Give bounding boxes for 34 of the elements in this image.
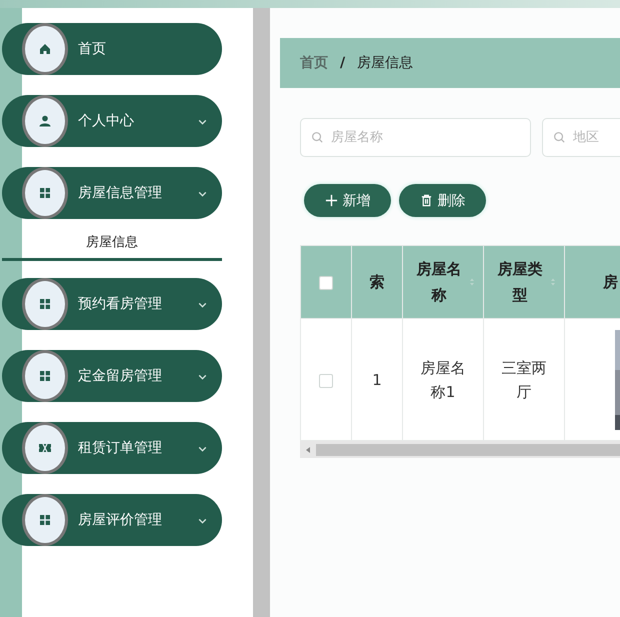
search-field[interactable]: 地区 <box>542 118 620 157</box>
ticket-icon <box>38 441 52 455</box>
menu-item[interactable]: 租赁订单管理 <box>2 422 222 474</box>
table-cell-text: 房屋名称1 <box>420 358 466 402</box>
checkbox[interactable] <box>319 276 333 290</box>
column-header[interactable]: 索 <box>370 269 384 295</box>
search-icon <box>553 131 566 144</box>
trash-icon <box>420 194 432 207</box>
table-cell-text: 三室两厅 <box>500 358 548 402</box>
menu-item[interactable]: 房屋评价管理 <box>2 494 222 546</box>
person-icon <box>38 114 52 128</box>
breadcrumb-item: 房屋信息 <box>357 54 414 72</box>
scroll-left-icon <box>305 446 311 454</box>
menu-item[interactable]: 预约看房管理 <box>2 278 222 330</box>
horizontal-scrollbar[interactable] <box>300 441 620 458</box>
plus-icon <box>324 194 338 207</box>
add-button[interactable]: 新增 <box>304 184 391 217</box>
menu-item[interactable]: 定金留房管理 <box>2 350 222 402</box>
search-icon <box>311 131 324 144</box>
breadcrumb-separator: / <box>340 55 346 71</box>
submenu-item[interactable]: 房屋信息 <box>2 228 222 261</box>
table-cell-text: 1 <box>371 370 383 390</box>
delete-button[interactable]: 删除 <box>399 184 486 217</box>
menu-item[interactable]: 个人中心 <box>2 95 222 147</box>
home-icon <box>38 42 52 56</box>
grid-icon <box>38 513 52 527</box>
grid-icon <box>38 369 52 383</box>
grid-icon <box>38 186 52 200</box>
grid-icon <box>38 297 52 311</box>
column-header[interactable]: 房 <box>603 269 618 295</box>
menu-item[interactable]: 首页 <box>2 23 222 75</box>
checkbox[interactable] <box>319 374 333 388</box>
search-field[interactable]: 房屋名称 <box>300 118 531 157</box>
menu-item[interactable]: 房屋信息管理 <box>2 167 222 219</box>
